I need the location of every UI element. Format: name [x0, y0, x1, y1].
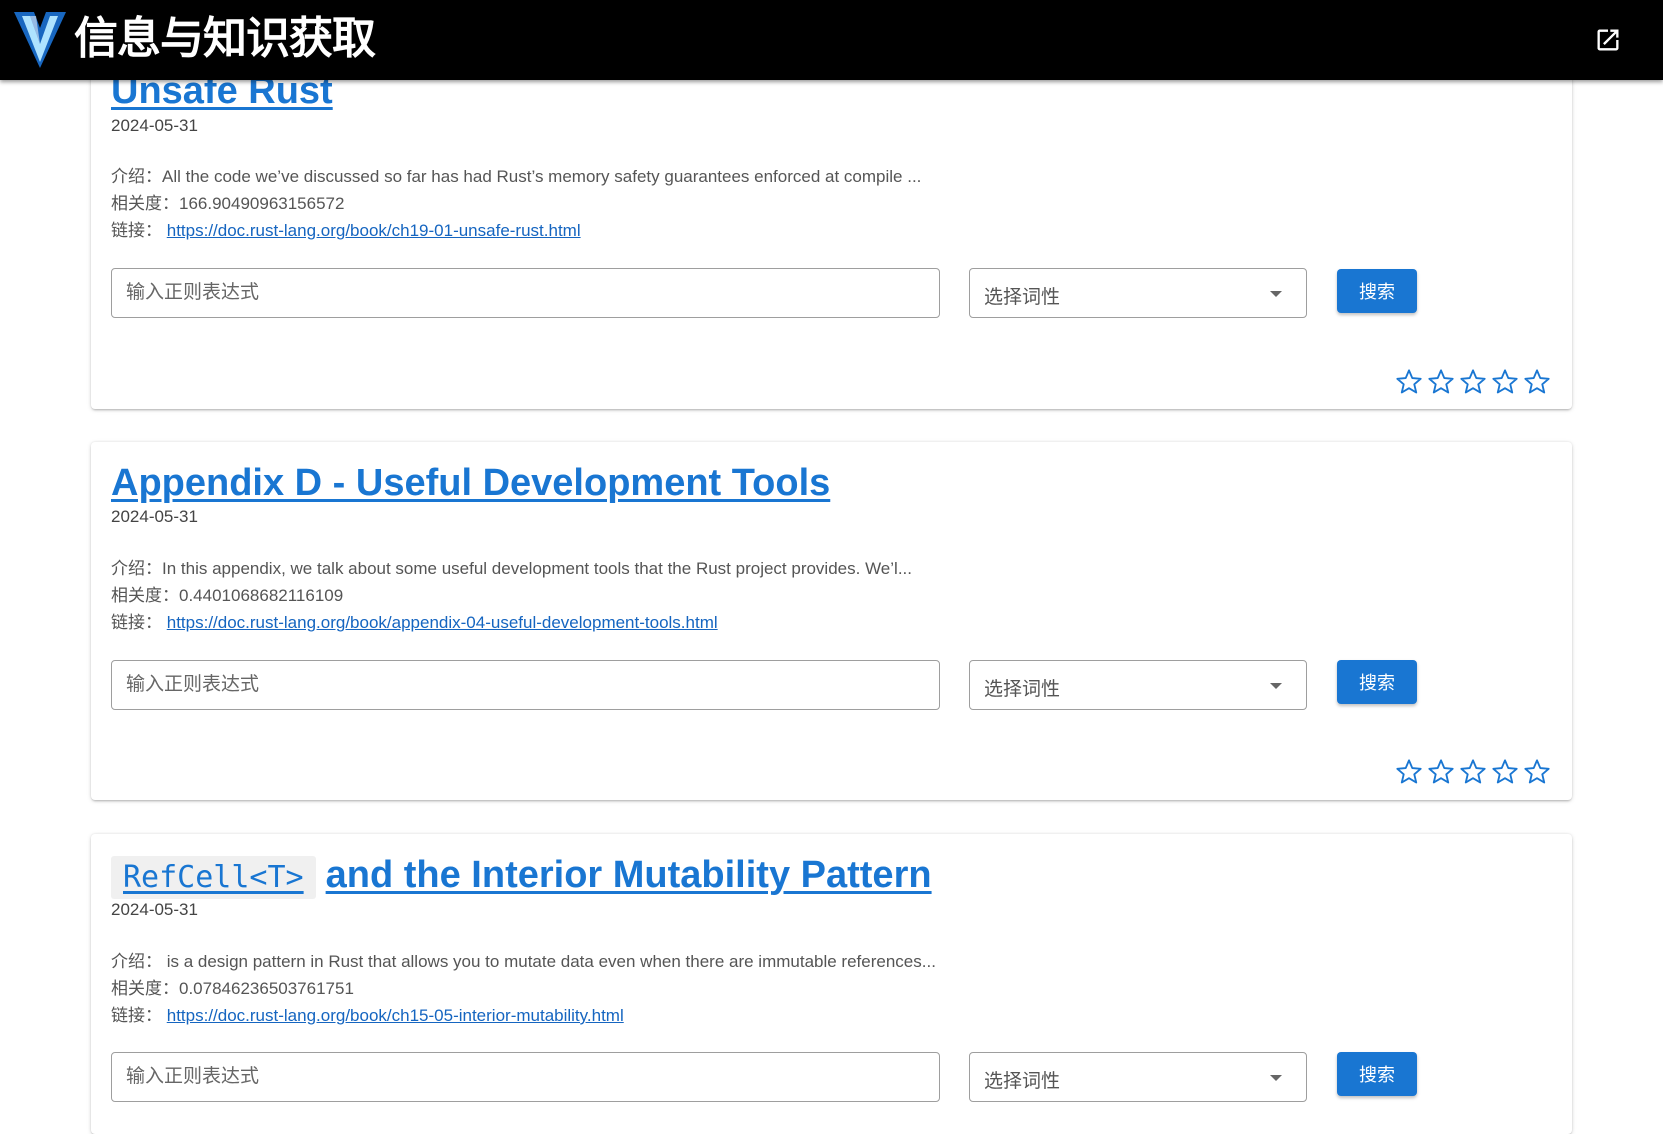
chevron-down-icon — [1270, 291, 1282, 297]
intro-text: All the code we’ve discussed so far has … — [162, 167, 922, 186]
star-outline-icon[interactable] — [1523, 758, 1551, 786]
result-date: 2024-05-31 — [111, 900, 198, 919]
search-button[interactable]: 搜索 — [1337, 269, 1417, 313]
star-outline-icon[interactable] — [1395, 758, 1423, 786]
result-intro: 介绍： is a design pattern in Rust that all… — [111, 947, 936, 972]
link-label: 链接： — [111, 613, 162, 632]
regex-input[interactable] — [111, 660, 940, 710]
intro-label: 介绍： — [111, 559, 162, 578]
relevance-value: 166.90490963156572 — [179, 194, 345, 213]
relevance-label: 相关度： — [111, 586, 179, 605]
result-relevance: 相关度：0.4401068682116109 — [111, 581, 343, 606]
link-label: 链接： — [111, 221, 162, 240]
result-title-link[interactable]: RefCell<T> and the Interior Mutability Pa… — [111, 852, 932, 901]
relevance-label: 相关度： — [111, 194, 179, 213]
star-outline-icon[interactable] — [1491, 368, 1519, 396]
app-bar: 信息与知识获取 — [0, 0, 1663, 80]
intro-text: In this appendix, we talk about some use… — [162, 559, 912, 578]
result-relevance: 相关度：166.90490963156572 — [111, 189, 344, 214]
regex-input[interactable] — [111, 268, 940, 318]
relevance-value: 0.07846236503761751 — [179, 979, 354, 998]
star-outline-icon[interactable] — [1395, 368, 1423, 396]
result-link-line: 链接： https://doc.rust-lang.org/book/ch19-… — [111, 216, 581, 241]
star-outline-icon[interactable] — [1491, 758, 1519, 786]
pos-select[interactable]: 选择词性 — [969, 660, 1307, 710]
rating-stars[interactable] — [1395, 758, 1565, 788]
rating-stars[interactable] — [1395, 368, 1565, 398]
star-outline-icon[interactable] — [1427, 758, 1455, 786]
pos-select-label: 选择词性 — [984, 679, 1061, 700]
link-label: 链接： — [111, 1006, 162, 1025]
regex-input[interactable] — [111, 1052, 940, 1102]
result-intro: 介绍：All the code we’ve discussed so far h… — [111, 162, 921, 187]
result-link-line: 链接： https://doc.rust-lang.org/book/appen… — [111, 608, 718, 633]
result-intro: 介绍：In this appendix, we talk about some … — [111, 554, 912, 579]
result-title-link[interactable]: Appendix D - Useful Development Tools — [111, 460, 830, 506]
result-title-text: Appendix D - Useful Development Tools — [111, 462, 831, 504]
star-outline-icon[interactable] — [1459, 368, 1487, 396]
intro-label: 介绍： — [111, 167, 162, 186]
result-url-link[interactable]: https://doc.rust-lang.org/book/ch15-05-i… — [167, 1006, 624, 1025]
app-title: 信息与知识获取 — [74, 13, 376, 64]
pos-select-label: 选择词性 — [984, 1071, 1061, 1092]
result-title-text: and the Interior Mutability Pattern — [325, 854, 932, 896]
relevance-label: 相关度： — [111, 979, 179, 998]
result-card: Appendix D - Useful Development Tools 20… — [91, 442, 1572, 800]
open-in-new-icon[interactable] — [1594, 26, 1622, 54]
result-title-code: RefCell<T> — [111, 856, 316, 899]
intro-text: is a design pattern in Rust that allows … — [162, 952, 936, 971]
star-outline-icon[interactable] — [1459, 758, 1487, 786]
result-url-link[interactable]: https://doc.rust-lang.org/book/appendix-… — [167, 613, 718, 632]
result-link-line: 链接： https://doc.rust-lang.org/book/ch15-… — [111, 1001, 624, 1026]
search-button[interactable]: 搜索 — [1337, 1052, 1417, 1096]
vuetify-logo-icon — [14, 12, 66, 68]
result-card: RefCell<T> and the Interior Mutability Pa… — [91, 834, 1572, 1134]
chevron-down-icon — [1270, 683, 1282, 689]
intro-label: 介绍： — [111, 952, 162, 971]
result-date: 2024-05-31 — [111, 116, 198, 135]
chevron-down-icon — [1270, 1075, 1282, 1081]
pos-select[interactable]: 选择词性 — [969, 1052, 1307, 1102]
search-button[interactable]: 搜索 — [1337, 660, 1417, 704]
results-list: Unsafe Rust 2024-05-31 介绍：All the code w… — [0, 0, 1663, 1134]
result-relevance: 相关度：0.07846236503761751 — [111, 974, 354, 999]
star-outline-icon[interactable] — [1427, 368, 1455, 396]
pos-select[interactable]: 选择词性 — [969, 268, 1307, 318]
relevance-value: 0.4401068682116109 — [179, 586, 344, 605]
pos-select-label: 选择词性 — [984, 287, 1061, 308]
result-date: 2024-05-31 — [111, 507, 198, 526]
result-url-link[interactable]: https://doc.rust-lang.org/book/ch19-01-u… — [167, 221, 581, 240]
star-outline-icon[interactable] — [1523, 368, 1551, 396]
